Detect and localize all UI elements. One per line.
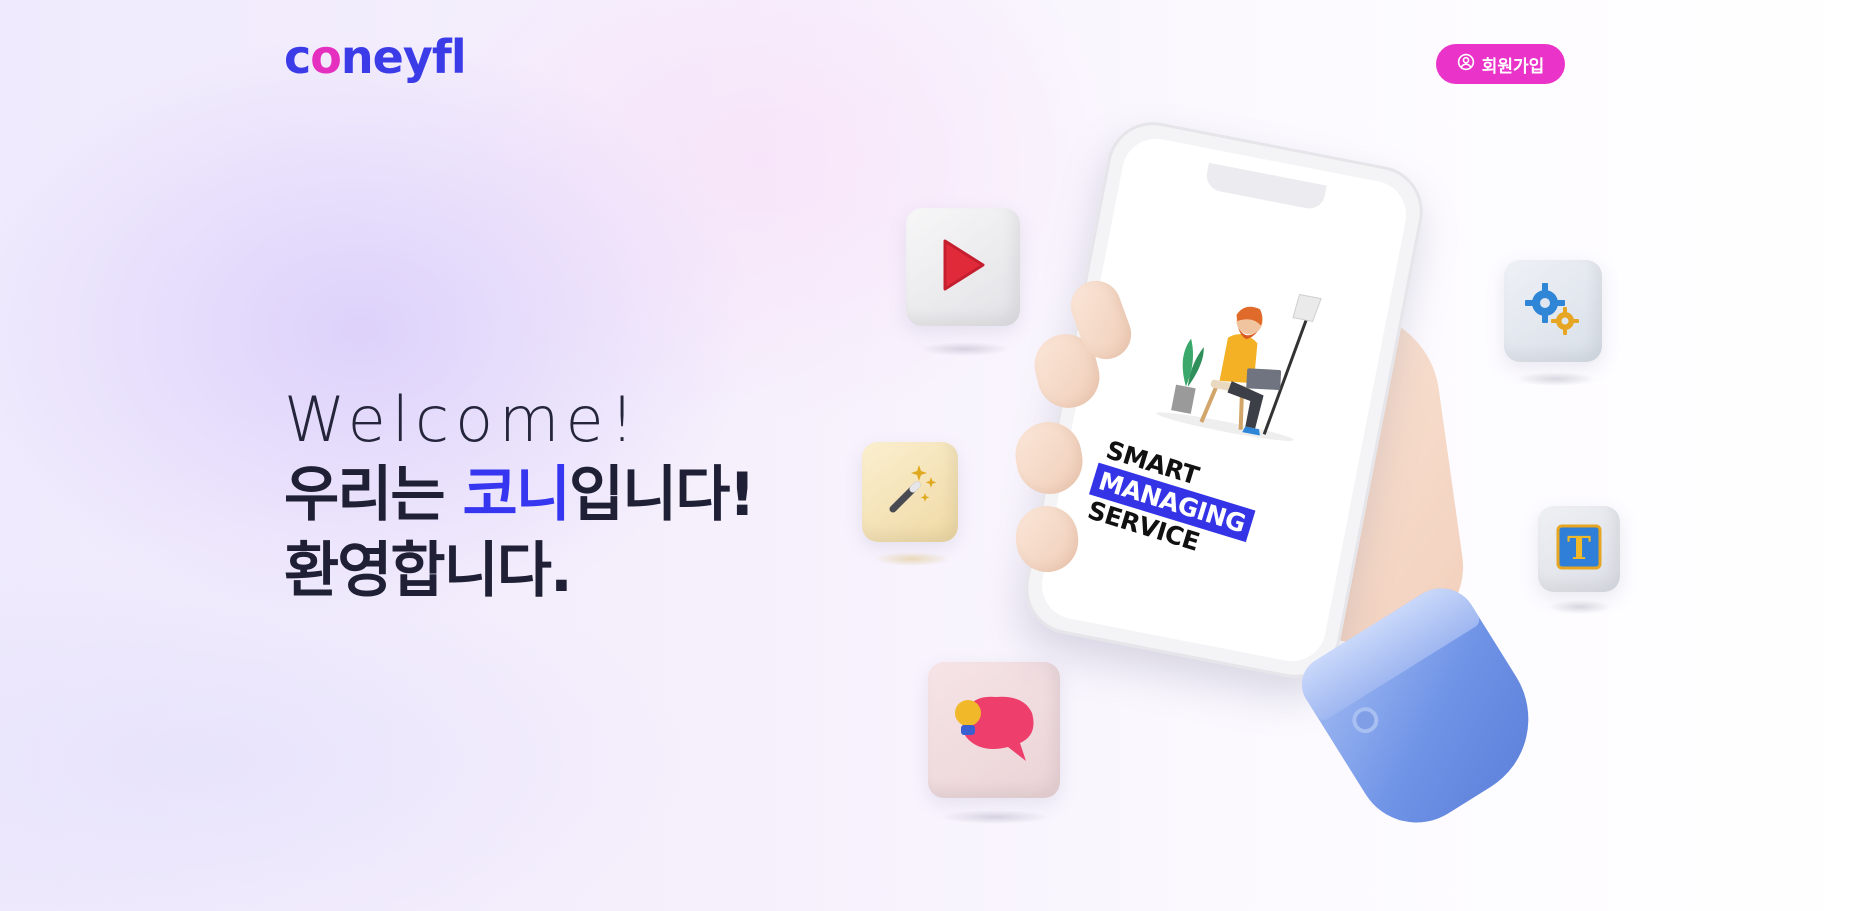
headline-line-1: 우리는 코니입니다! [284,459,756,531]
logo-text-c: c [284,30,311,84]
cuff-button [1347,702,1384,739]
speech-bubble-lightbulb-icon [944,683,1044,777]
text-tile: T [1538,506,1620,592]
play-icon [937,235,989,299]
headline-pre: 우리는 [284,460,463,531]
hero-illustration: T SMART MANAGING SERVICE [840,114,1640,860]
hero-section: Welcome! 우리는 코니입니다! 환영합니다. [284,383,756,607]
logo[interactable]: coneyfl [284,34,467,80]
headline-line-2: 환영합니다. [284,536,573,607]
signup-label: 회원가입 [1481,56,1545,77]
text-format-icon: T [1554,522,1604,576]
speech-bubble-tile-shadow [940,810,1050,824]
svg-text:T: T [1567,529,1591,567]
phone-notch [1204,162,1327,212]
logo-text-rest: neyfl [340,30,467,84]
gears-tile [1504,260,1602,362]
gears-tile-shadow [1516,372,1596,386]
play-tile-shadow [920,342,1010,356]
magic-wand-icon [879,459,941,525]
welcome-title: Welcome! [284,383,641,456]
magic-wand-tile [862,442,958,542]
headline-post: 입니다! [568,460,756,531]
play-tile [906,208,1020,326]
person-laptop-illustration [1144,264,1332,456]
gears-icon [1521,277,1585,345]
user-circle-icon [1457,53,1475,76]
magic-wand-tile-shadow [874,552,950,566]
text-tile-shadow [1548,600,1612,614]
phone-screen-text: SMART MANAGING SERVICE [1084,435,1264,570]
logo-text-o: o [310,30,342,84]
logo-play-o: o [310,34,342,80]
speech-bubble-tile [928,662,1060,798]
headline-accent: 코니 [462,460,571,531]
signup-button[interactable]: 회원가입 [1436,44,1565,84]
